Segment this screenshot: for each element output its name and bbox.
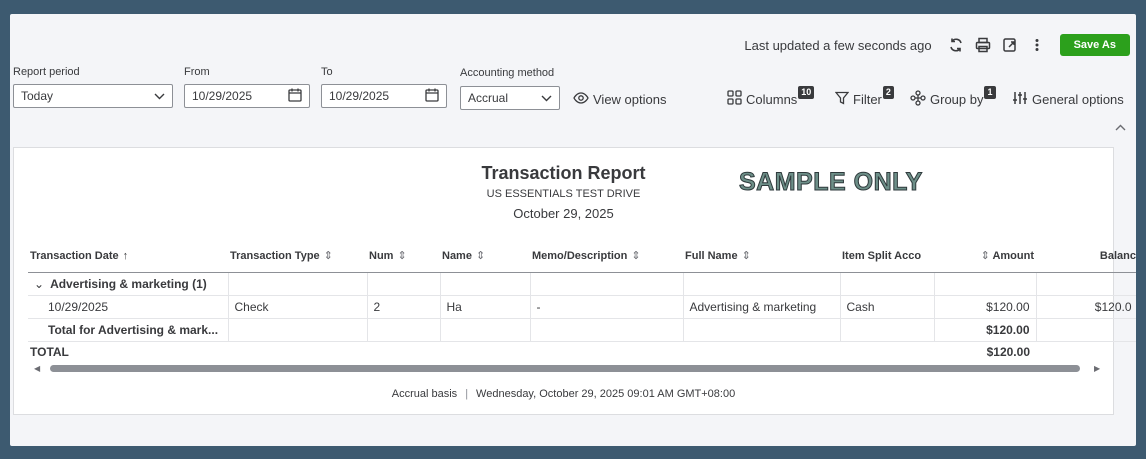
report-header-bar: Last updated a few seconds ago Save As: [744, 32, 1130, 58]
group-row[interactable]: ⌄ Advertising & marketing (1): [28, 272, 1136, 296]
chevron-up-icon[interactable]: [1115, 122, 1126, 134]
cell-type: Check: [228, 295, 368, 319]
calendar-icon[interactable]: [288, 88, 302, 105]
column-header-num[interactable]: Num ⇕: [367, 240, 440, 273]
column-header-name[interactable]: Name ⇕: [440, 240, 530, 273]
from-label: From: [184, 66, 210, 78]
cell-name: Ha: [440, 295, 531, 319]
columns-count-badge: 10: [798, 85, 815, 99]
chevron-down-icon: ⌄: [34, 276, 45, 291]
view-options-button[interactable]: View options: [573, 88, 666, 110]
chevron-down-icon: [154, 89, 165, 103]
footer-basis: Accrual basis: [391, 388, 458, 400]
columns-button[interactable]: Columns 10: [727, 85, 815, 110]
report-frame: Last updated a few seconds ago Save As R…: [10, 14, 1136, 446]
general-options-button[interactable]: General options: [1012, 88, 1124, 110]
cell-num: 2: [367, 295, 441, 319]
scroll-left-icon[interactable]: ◀: [34, 364, 50, 373]
export-icon[interactable]: [999, 34, 1021, 56]
accounting-method-label: Accounting method: [460, 67, 555, 79]
report-table: Transaction Date ↑ Transaction Type ⇕ Num ⇕…: [28, 240, 1136, 363]
cell-date: 10/29/2025: [28, 295, 229, 319]
report-date: October 29, 2025: [513, 206, 614, 221]
report-title: Transaction Report: [481, 163, 646, 183]
horizontal-scrollbar[interactable]: ◀ ▶: [34, 362, 1114, 374]
group-by-label: Group by: [930, 91, 984, 107]
filter-count-badge: 2: [882, 85, 894, 99]
group-label-cell[interactable]: ⌄ Advertising & marketing (1): [28, 272, 229, 296]
group-total-row: Total for Advertising & mark... $120.00: [28, 318, 1136, 342]
save-as-button[interactable]: Save As: [1059, 34, 1130, 56]
cell-memo: -: [530, 295, 684, 319]
sample-watermark: SAMPLE ONLY: [739, 168, 923, 197]
from-date-value: 10/29/2025: [192, 89, 253, 103]
company-name: US ESSENTIALS TEST DRIVE: [486, 188, 641, 200]
report-period-value: Today: [21, 89, 54, 103]
last-updated-text: Last updated a few seconds ago: [744, 37, 932, 53]
grand-total-row: TOTAL $120.00: [28, 341, 1136, 363]
cell-split: Cash: [840, 295, 935, 319]
eye-icon: [573, 91, 593, 107]
cell-balance: $120.0: [1036, 295, 1136, 319]
filter-label: Filter: [853, 91, 882, 107]
to-date-value: 10/29/2025: [329, 89, 390, 103]
group-total-amount[interactable]: $120.00: [934, 318, 1037, 342]
table-row[interactable]: 10/29/2025 Check 2 Ha - Advertising & ma…: [28, 295, 1136, 319]
print-icon[interactable]: [972, 34, 994, 56]
view-options-label: View options: [593, 91, 667, 107]
scrollbar-thumb[interactable]: [50, 364, 1080, 372]
table-header-row: Transaction Date ↑ Transaction Type ⇕ Num ⇕…: [28, 240, 1136, 273]
scroll-right-icon[interactable]: ▶: [1094, 364, 1110, 373]
group-icon: [910, 89, 930, 109]
filter-icon: [834, 91, 853, 108]
more-options-icon[interactable]: [1026, 34, 1048, 56]
cell-full-name: Advertising & marketing: [683, 295, 841, 319]
calendar-icon[interactable]: [425, 88, 439, 105]
grand-total-amount[interactable]: $120.00: [934, 341, 1036, 363]
group-by-count-badge: 1: [984, 85, 996, 99]
footer-timestamp: Wednesday, October 29, 2025 09:01 AM GMT…: [476, 388, 736, 400]
accounting-method-value: Accrual: [468, 91, 509, 105]
column-header-transaction-type[interactable]: Transaction Type ⇕: [228, 240, 367, 273]
to-label: To: [321, 66, 333, 78]
sliders-icon: [1012, 91, 1032, 108]
column-header-split[interactable]: Item Split Acco: [840, 240, 934, 273]
column-header-transaction-date[interactable]: Transaction Date ↑: [28, 240, 228, 273]
column-header-amount[interactable]: ⇕ Amount: [934, 240, 1036, 273]
report-period-label: Report period: [13, 66, 80, 78]
column-header-full-name[interactable]: Full Name ⇕: [683, 240, 840, 273]
column-header-memo[interactable]: Memo/Description ⇕: [530, 240, 683, 273]
group-by-button[interactable]: Group by 1: [910, 85, 996, 110]
report-footer: Accrual basis | Wednesday, October 29, 202…: [391, 388, 736, 400]
from-date-input[interactable]: 10/29/2025: [184, 84, 310, 108]
report-period-select[interactable]: Today: [13, 84, 173, 108]
group-total-label: Total for Advertising & mark...: [28, 318, 229, 342]
accounting-method-select[interactable]: Accrual: [460, 86, 560, 110]
cell-amount[interactable]: $120.00: [934, 295, 1037, 319]
column-header-balance[interactable]: Balanc: [1036, 240, 1136, 273]
filter-button[interactable]: Filter 2: [834, 85, 894, 110]
columns-label: Columns: [746, 91, 798, 107]
grand-total-label: TOTAL: [30, 345, 69, 360]
chevron-down-icon: [541, 91, 552, 105]
refresh-icon[interactable]: [945, 34, 967, 56]
report-card: Transaction Report US ESSENTIALS TEST DR…: [13, 147, 1136, 415]
grid-icon: [727, 90, 746, 108]
general-options-label: General options: [1032, 91, 1124, 107]
to-date-input[interactable]: 10/29/2025: [321, 84, 447, 108]
